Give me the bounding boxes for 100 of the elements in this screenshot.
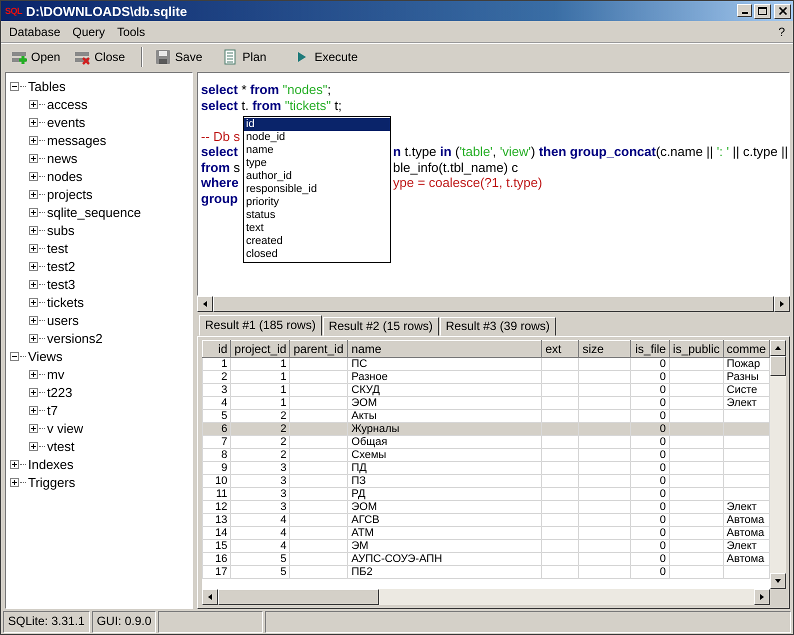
plus-box-icon[interactable] — [10, 460, 19, 468]
table-row[interactable]: 2 1 Разное 0 Разны — [202, 370, 770, 384]
table-row[interactable]: 4 1 ЭОМ 0 Элект — [202, 396, 770, 410]
table-row[interactable]: 1 1 ПС 0 Пожар — [202, 358, 770, 370]
table-row[interactable]: 13 4 АГСВ 0 Автома — [202, 514, 770, 526]
autocomplete-item[interactable]: node_id — [244, 131, 390, 144]
scrollbar[interactable] — [770, 340, 786, 589]
column-header[interactable]: ext — [542, 340, 579, 358]
scroll-thumb[interactable] — [770, 356, 786, 376]
tree-item[interactable]: t223 — [47, 384, 72, 400]
plus-box-icon[interactable] — [10, 478, 19, 486]
plus-box-icon[interactable] — [29, 172, 38, 180]
plus-box-icon[interactable] — [29, 424, 38, 432]
table-row[interactable]: 12 3 ЭОМ 0 Элект — [202, 500, 770, 514]
autocomplete-item[interactable]: responsible_id — [244, 183, 390, 196]
autocomplete-item[interactable]: closed — [244, 248, 390, 261]
code-editor[interactable] — [197, 72, 790, 296]
column-header[interactable]: name — [348, 340, 542, 358]
tree-item[interactable]: Views — [28, 348, 62, 364]
plus-box-icon[interactable] — [29, 334, 38, 342]
menu-item[interactable]: Tools — [111, 24, 152, 38]
tree-item[interactable]: t7 — [47, 402, 58, 418]
tree-item[interactable]: subs — [47, 222, 74, 238]
column-header[interactable]: comme — [723, 340, 770, 358]
table-row[interactable]: 16 5 АУПС-СОУЭ-АПН 0 Автома — [202, 552, 770, 566]
table-row[interactable]: 3 1 СКУД 0 Систе — [202, 384, 770, 396]
plus-box-icon[interactable] — [29, 406, 38, 414]
plus-box-icon[interactable] — [29, 118, 38, 126]
autocomplete-item[interactable]: created — [244, 235, 390, 248]
plus-box-icon[interactable] — [29, 100, 38, 108]
result-tab[interactable]: Result #1 (185 rows) — [199, 315, 322, 336]
tree-item[interactable]: test3 — [47, 276, 76, 292]
menu-item[interactable]: Database — [3, 24, 66, 38]
plus-box-icon[interactable] — [29, 280, 38, 288]
scroll-right-button[interactable] — [754, 589, 770, 605]
tree-item[interactable]: mv — [47, 366, 64, 382]
minus-box-icon[interactable] — [10, 82, 19, 90]
tree-item[interactable]: Triggers — [28, 474, 76, 490]
plus-box-icon[interactable] — [29, 316, 38, 324]
autocomplete-item[interactable]: name — [244, 144, 390, 157]
column-header[interactable]: parent_id — [290, 340, 348, 358]
tree-item[interactable]: Indexes — [28, 456, 74, 472]
scroll-thumb[interactable] — [218, 589, 379, 605]
plus-box-icon[interactable] — [29, 244, 38, 252]
minimize-button[interactable] — [737, 4, 752, 16]
tree-item[interactable]: vtest — [47, 438, 74, 454]
table-row[interactable]: 7 2 Общая 0 — [202, 436, 770, 448]
tree-item[interactable]: projects — [47, 186, 93, 202]
table-row[interactable]: 6 2 Журналы 0 — [202, 422, 770, 436]
plan-button[interactable]: Plan — [216, 47, 272, 67]
column-header[interactable]: size — [578, 340, 630, 358]
autocomplete-item[interactable]: author_id — [244, 170, 390, 183]
table-row[interactable]: 9 3 ПД 0 — [202, 462, 770, 474]
plus-box-icon[interactable] — [29, 136, 38, 144]
autocomplete-item[interactable]: type — [244, 157, 390, 170]
tree-item[interactable]: users — [47, 312, 79, 328]
column-header[interactable]: is_public — [669, 340, 724, 358]
tree-item[interactable]: v view — [47, 420, 84, 436]
column-header[interactable]: project_id — [230, 340, 290, 358]
scrollbar[interactable] — [202, 589, 770, 605]
tree-item[interactable]: access — [47, 96, 88, 112]
table-row[interactable]: 5 2 Акты 0 — [202, 410, 770, 422]
table-row[interactable]: 8 2 Схемы 0 — [202, 448, 770, 462]
open-button[interactable]: Open — [5, 47, 66, 67]
tree-item[interactable]: messages — [47, 132, 106, 148]
menu-item[interactable]: Query — [66, 24, 112, 38]
table-row[interactable]: 11 3 РД 0 — [202, 488, 770, 500]
maximize-button[interactable] — [754, 4, 771, 18]
tree-item[interactable]: test2 — [47, 258, 76, 274]
tree-item[interactable]: events — [47, 114, 86, 130]
tree-item[interactable]: Tables — [28, 78, 66, 94]
tree-item[interactable]: versions2 — [47, 330, 103, 346]
autocomplete-item[interactable]: status — [244, 209, 390, 222]
table-row[interactable]: 15 4 ЭМ 0 Элект — [202, 540, 770, 552]
autocomplete-item[interactable]: priority — [244, 196, 390, 209]
plus-box-icon[interactable] — [29, 154, 38, 162]
save-button[interactable]: Save — [149, 47, 208, 67]
tree-item[interactable]: news — [47, 150, 78, 166]
tree-item[interactable]: test — [47, 240, 68, 256]
table-row[interactable]: 14 4 АТМ 0 Автома — [202, 526, 770, 540]
tree-item[interactable]: sqlite_sequence — [47, 204, 141, 220]
minus-box-icon[interactable] — [10, 352, 19, 360]
column-header[interactable]: is_file — [630, 340, 670, 358]
autocomplete-item[interactable]: id — [244, 118, 390, 131]
result-tab[interactable]: Result #3 (39 rows) — [440, 317, 556, 336]
scroll-down-button[interactable] — [770, 573, 786, 589]
autocomplete-item[interactable]: text — [244, 222, 390, 235]
plus-box-icon[interactable] — [29, 262, 38, 270]
table-row[interactable]: 17 5 ПБ2 0 — [202, 566, 770, 578]
scroll-left-button[interactable] — [197, 296, 213, 312]
tree-item[interactable]: tickets — [47, 294, 84, 310]
scroll-up-button[interactable] — [770, 340, 786, 356]
help-menu[interactable]: ? — [772, 24, 791, 38]
scroll-right-button[interactable] — [774, 296, 790, 312]
plus-box-icon[interactable] — [29, 208, 38, 216]
plus-box-icon[interactable] — [29, 298, 38, 306]
table-row[interactable]: 10 3 ПЗ 0 — [202, 474, 770, 488]
tree-item[interactable]: nodes — [47, 168, 82, 184]
close-button[interactable] — [774, 4, 791, 18]
plus-box-icon[interactable] — [29, 370, 38, 378]
